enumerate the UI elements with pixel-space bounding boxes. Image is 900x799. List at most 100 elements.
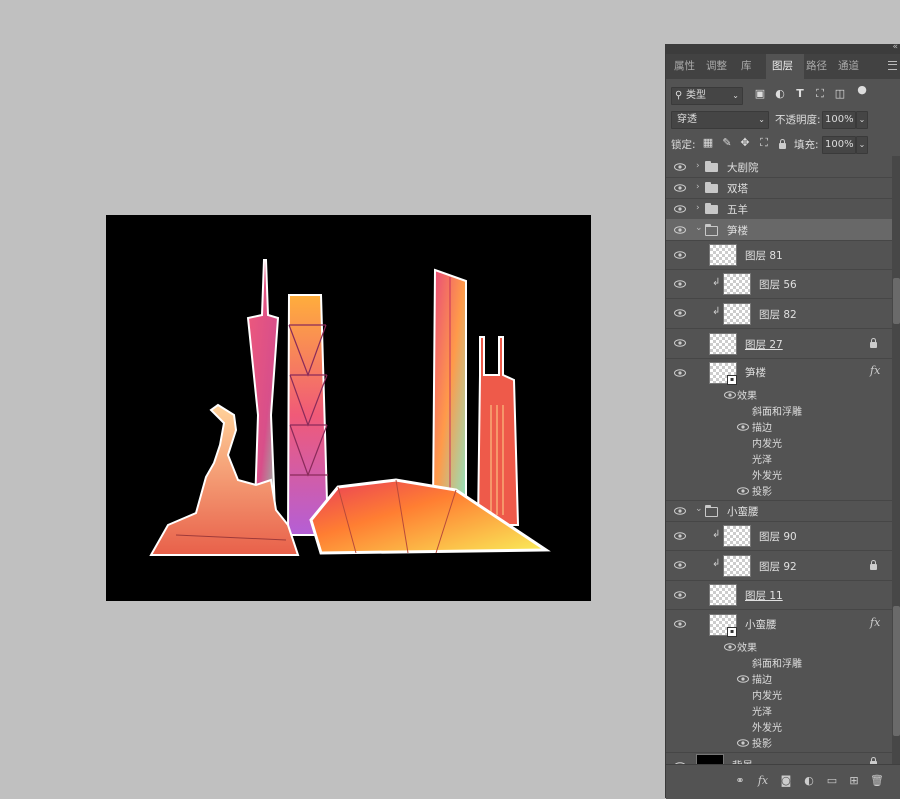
effect-satin[interactable]: 光泽	[752, 703, 772, 718]
filter-smart-object-icon[interactable]: ◫	[834, 88, 846, 100]
tab-adjustments[interactable]: 调整	[706, 54, 732, 79]
eye-icon[interactable]	[674, 561, 686, 569]
eye-icon[interactable]	[674, 369, 686, 377]
chevron-down-icon[interactable]: ⌄	[695, 504, 703, 514]
eye-icon[interactable]	[674, 507, 686, 515]
layer-group-five-rams[interactable]: › 五羊	[666, 198, 892, 220]
tab-properties[interactable]: 属性	[674, 54, 698, 79]
layer-11[interactable]: 图层 11	[666, 580, 892, 610]
effect-bevel[interactable]: 斜面和浮雕	[752, 655, 802, 670]
effect-drop-shadow[interactable]: 投影	[752, 735, 772, 750]
add-style-icon[interactable]: fx	[757, 775, 769, 787]
add-mask-icon[interactable]: ◙	[780, 775, 792, 787]
filter-adjustment-icon[interactable]: ◐	[774, 88, 786, 100]
fx-icon[interactable]: fx	[870, 364, 880, 377]
lock-position-icon[interactable]: ✥	[739, 137, 751, 149]
panel-menu-icon[interactable]	[888, 61, 897, 70]
smart-object-canton-tower[interactable]: ▪ 小蛮腰 fx	[666, 609, 892, 639]
new-layer-icon[interactable]: ⊞	[848, 775, 860, 787]
layer-81[interactable]: 图层 81	[666, 240, 892, 270]
eye-icon[interactable]	[674, 226, 686, 234]
blend-mode-select[interactable]: 穿透 ⌄	[671, 111, 769, 129]
collapse-panel-icon[interactable]: «	[892, 42, 898, 52]
opacity-label: 不透明度:	[775, 114, 821, 126]
chevron-right-icon[interactable]: ›	[696, 161, 700, 171]
eye-icon[interactable]	[737, 675, 749, 683]
layer-56[interactable]: ↲ 图层 56	[666, 269, 892, 299]
layer-82[interactable]: ↲ 图层 82	[666, 298, 892, 329]
lock-artboard-icon[interactable]: ⛶	[758, 137, 770, 149]
layer-name: 小蛮腰	[745, 619, 777, 631]
opacity-dropdown[interactable]: ⌄	[856, 111, 868, 129]
eye-icon[interactable]	[737, 739, 749, 747]
layers-panel: « 属性 调整 库 图层 路径 通道 ⚲ 类型 ⌄ ▣ ◐ T ⛶ ◫ ● 穿透…	[665, 42, 900, 799]
filter-pixel-icon[interactable]: ▣	[754, 88, 766, 100]
chevron-down-icon[interactable]: ⌄	[695, 223, 703, 233]
new-group-icon[interactable]: ▭	[826, 775, 838, 787]
folder-open-icon	[705, 505, 718, 517]
chevron-right-icon[interactable]: ›	[696, 203, 700, 213]
smart-object-bamboo-tower[interactable]: ▪ 笋楼 fx	[666, 358, 892, 387]
delete-layer-icon[interactable]: 🗑	[870, 775, 884, 787]
filter-shape-icon[interactable]: ⛶	[814, 88, 826, 100]
effect-drop-shadow[interactable]: 投影	[752, 483, 772, 498]
filter-kind-label: 类型	[686, 90, 706, 101]
tab-channels[interactable]: 通道	[838, 54, 864, 79]
eye-icon[interactable]	[724, 643, 736, 651]
eye-icon[interactable]	[674, 184, 686, 192]
tab-libraries[interactable]: 库	[741, 54, 755, 79]
lock-all-icon[interactable]	[779, 139, 786, 149]
eye-icon[interactable]	[674, 280, 686, 288]
layer-thumbnail	[709, 244, 737, 266]
scrollbar-thumb[interactable]	[893, 278, 900, 324]
layer-90[interactable]: ↲ 图层 90	[666, 521, 892, 551]
guangzhou-landmarks-artwork	[149, 259, 551, 556]
eye-icon[interactable]	[674, 251, 686, 259]
eye-icon[interactable]	[737, 423, 749, 431]
filter-toggle-icon[interactable]: ●	[856, 84, 868, 96]
layer-group-opera[interactable]: › 大剧院	[666, 156, 892, 178]
document-canvas[interactable]	[106, 215, 591, 601]
eye-icon[interactable]	[674, 532, 686, 540]
layers-scrollbar[interactable]	[892, 156, 900, 764]
fill-dropdown[interactable]: ⌄	[856, 136, 868, 154]
effect-satin[interactable]: 光泽	[752, 451, 772, 466]
layers-list: › 大剧院 › 双塔 › 五羊 ⌄ 笋楼 图层 81 ↲ 图层 56 ↲ 图层 …	[666, 156, 892, 776]
effect-inner-glow[interactable]: 内发光	[752, 435, 782, 450]
eye-icon[interactable]	[674, 591, 686, 599]
tab-layers[interactable]: 图层	[766, 54, 804, 79]
link-layers-icon[interactable]: ⚭	[734, 775, 746, 787]
eye-icon[interactable]	[674, 339, 686, 347]
effect-outer-glow[interactable]: 外发光	[752, 467, 782, 482]
layer-92[interactable]: ↲ 图层 92	[666, 550, 892, 581]
lock-paint-icon[interactable]: ✎	[721, 137, 733, 149]
effect-stroke[interactable]: 描边	[752, 419, 772, 434]
eye-icon[interactable]	[674, 309, 686, 317]
panel-title-bar: «	[666, 42, 900, 54]
lock-transparent-icon[interactable]: ▦	[702, 137, 714, 149]
layer-thumbnail	[723, 525, 751, 547]
layer-name: 大剧院	[727, 162, 759, 174]
layer-group-twin-towers[interactable]: › 双塔	[666, 177, 892, 199]
layer-filter-select[interactable]: ⚲ 类型 ⌄	[671, 87, 743, 105]
tab-paths[interactable]: 路径	[806, 54, 832, 79]
layer-group-canton-tower[interactable]: ⌄ 小蛮腰	[666, 500, 892, 522]
effect-inner-glow[interactable]: 内发光	[752, 687, 782, 702]
layer-27[interactable]: 图层 27	[666, 328, 892, 359]
filter-type-icon[interactable]: T	[794, 88, 806, 100]
opacity-input[interactable]: 100%	[822, 111, 856, 129]
adjustment-layer-icon[interactable]: ◐	[803, 775, 815, 787]
scrollbar-thumb[interactable]	[893, 606, 900, 736]
eye-icon[interactable]	[674, 620, 686, 628]
layer-group-bamboo-tower[interactable]: ⌄ 笋楼	[666, 219, 892, 241]
eye-icon[interactable]	[724, 391, 736, 399]
eye-icon[interactable]	[674, 205, 686, 213]
eye-icon[interactable]	[674, 163, 686, 171]
effect-bevel[interactable]: 斜面和浮雕	[752, 403, 802, 418]
effect-stroke[interactable]: 描边	[752, 671, 772, 686]
fx-icon[interactable]: fx	[870, 616, 880, 629]
eye-icon[interactable]	[737, 487, 749, 495]
chevron-right-icon[interactable]: ›	[696, 182, 700, 192]
effect-outer-glow[interactable]: 外发光	[752, 719, 782, 734]
fill-input[interactable]: 100%	[822, 136, 856, 154]
